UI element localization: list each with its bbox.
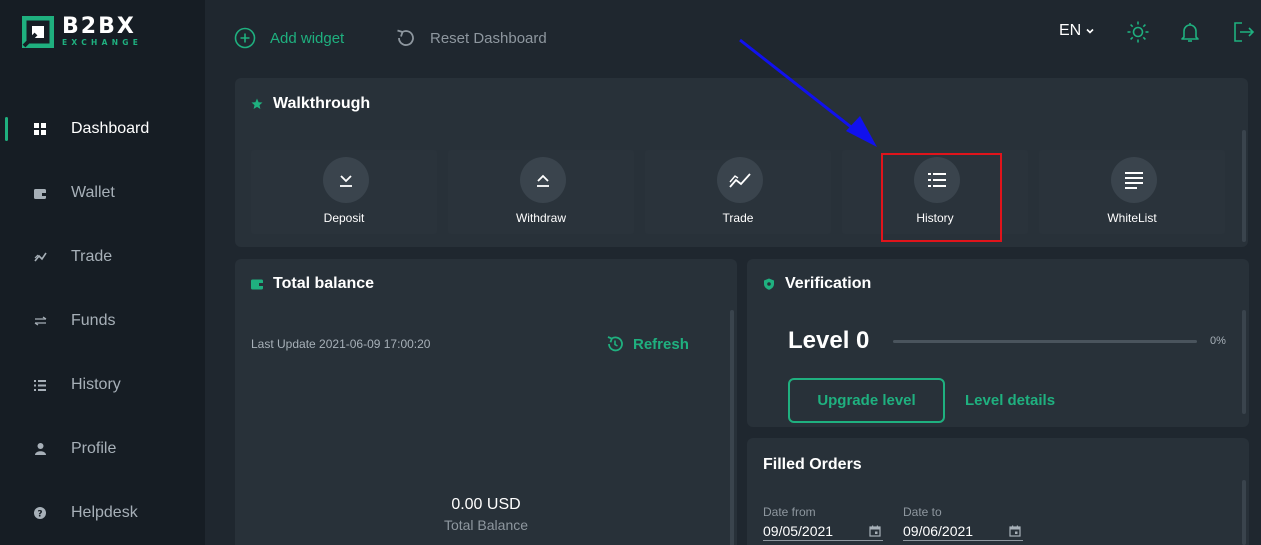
add-widget-button[interactable]: Add widget — [234, 26, 344, 50]
walkthrough-card-label: Deposit — [323, 211, 365, 225]
star-icon — [251, 98, 263, 109]
date-to-field[interactable]: Date to 09/06/2021 — [903, 505, 1023, 541]
trend-icon — [33, 250, 47, 264]
walkthrough-title: Walkthrough — [251, 95, 370, 113]
verification-title: Verification — [763, 275, 871, 293]
sidebar-item-trade[interactable]: Trade — [0, 237, 205, 277]
theme-sun-icon[interactable] — [1126, 20, 1150, 44]
walkthrough-card-label: WhiteList — [1107, 211, 1157, 225]
sidebar-item-label: Dashboard — [71, 120, 150, 137]
bell-icon[interactable] — [1178, 20, 1202, 44]
verification-progress-bar — [893, 340, 1197, 343]
sidebar-item-label: Profile — [71, 440, 117, 457]
sidebar-item-funds[interactable]: Funds — [0, 301, 205, 341]
sidebar-item-label: Helpdesk — [71, 504, 138, 521]
refresh-button[interactable]: Refresh — [605, 334, 689, 354]
filled-orders-title-text: Filled Orders — [763, 456, 862, 473]
sidebar-item-history[interactable]: History — [0, 365, 205, 405]
refresh-label: Refresh — [633, 335, 689, 353]
walkthrough-card-deposit[interactable]: Deposit — [251, 150, 437, 234]
walkthrough-scrollbar[interactable] — [1242, 130, 1246, 242]
sidebar-item-wallet[interactable]: Wallet — [0, 173, 205, 213]
reset-dashboard-button[interactable]: Reset Dashboard — [394, 26, 547, 50]
total-balance-title-text: Total balance — [273, 275, 375, 292]
sidebar-item-label: Wallet — [71, 184, 115, 201]
filled-orders-title: Filled Orders — [763, 456, 862, 474]
verification-scrollbar[interactable] — [1242, 310, 1246, 414]
highlight-box — [881, 153, 1002, 242]
walkthrough-title-text: Walkthrough — [273, 95, 371, 112]
language-selector[interactable]: EN — [1059, 22, 1095, 40]
wallet-icon — [251, 279, 263, 290]
total-balance-title: Total balance — [251, 275, 374, 293]
language-label: EN — [1059, 22, 1082, 39]
logo-mark-icon — [22, 16, 54, 48]
verification-level: Level 0 — [788, 327, 870, 354]
add-widget-label: Add widget — [270, 29, 345, 47]
sidebar-item-profile[interactable]: Profile — [0, 429, 205, 469]
date-from-value: 09/05/2021 — [763, 522, 834, 539]
walkthrough-card-trade[interactable]: Trade — [645, 150, 831, 234]
verification-progress-percent: 0% — [1210, 335, 1226, 347]
level-details-link[interactable]: Level details — [965, 392, 1055, 409]
total-balance-label: Total Balance — [443, 517, 529, 533]
upgrade-level-button[interactable]: Upgrade level — [788, 378, 945, 423]
history-refresh-icon — [607, 336, 623, 352]
exchange-arrows-icon — [33, 314, 47, 328]
shield-icon — [764, 278, 774, 290]
total-balance-value: 0.00 USD — [451, 496, 521, 513]
date-to-input[interactable]: 09/06/2021 — [903, 521, 1023, 541]
verification-title-text: Verification — [785, 275, 872, 292]
logout-icon[interactable] — [1232, 20, 1256, 44]
date-from-input[interactable]: 09/05/2021 — [763, 521, 883, 541]
calendar-icon[interactable] — [869, 525, 881, 537]
sidebar-item-helpdesk[interactable]: ? Helpdesk — [0, 493, 205, 533]
walkthrough-card-label: Trade — [722, 211, 754, 225]
help-icon: ? — [33, 506, 47, 520]
sidebar-item-label: Trade — [71, 248, 113, 265]
sidebar-item-label: Funds — [71, 312, 116, 329]
walkthrough-card-whitelist[interactable]: WhiteList — [1039, 150, 1225, 234]
svg-text:?: ? — [37, 510, 42, 520]
date-to-value: 09/06/2021 — [903, 522, 974, 539]
reset-dashboard-label: Reset Dashboard — [430, 29, 547, 47]
logo[interactable]: B2BX EXCHANGE — [22, 16, 142, 48]
filled-orders-scrollbar[interactable] — [1242, 480, 1246, 545]
trend-icon — [717, 157, 763, 203]
walkthrough-card-label: Withdraw — [515, 211, 566, 225]
sidebar: B2BX EXCHANGE Dashboard Wallet Trade Fun… — [0, 0, 205, 545]
upload-icon — [520, 157, 566, 203]
date-from-field[interactable]: Date from 09/05/2021 — [763, 505, 883, 541]
download-icon — [323, 157, 369, 203]
logo-subtitle: EXCHANGE — [62, 38, 143, 47]
lines-icon — [1111, 157, 1157, 203]
logo-name: B2BX — [62, 14, 136, 39]
chevron-down-icon — [1086, 28, 1094, 34]
grid-icon — [33, 122, 47, 136]
last-update-text: Last Update 2021-06-09 17:00:20 — [251, 337, 431, 351]
list-icon — [33, 378, 47, 392]
date-to-label: Date to — [903, 505, 942, 519]
sidebar-item-dashboard[interactable]: Dashboard — [0, 109, 205, 149]
walkthrough-card-withdraw[interactable]: Withdraw — [448, 150, 634, 234]
wallet-icon — [33, 186, 47, 200]
date-from-label: Date from — [763, 505, 816, 519]
calendar-icon[interactable] — [1009, 525, 1021, 537]
user-icon — [33, 442, 47, 456]
reset-icon — [397, 29, 414, 46]
sidebar-item-label: History — [71, 376, 121, 393]
plus-circle-icon — [234, 27, 256, 49]
